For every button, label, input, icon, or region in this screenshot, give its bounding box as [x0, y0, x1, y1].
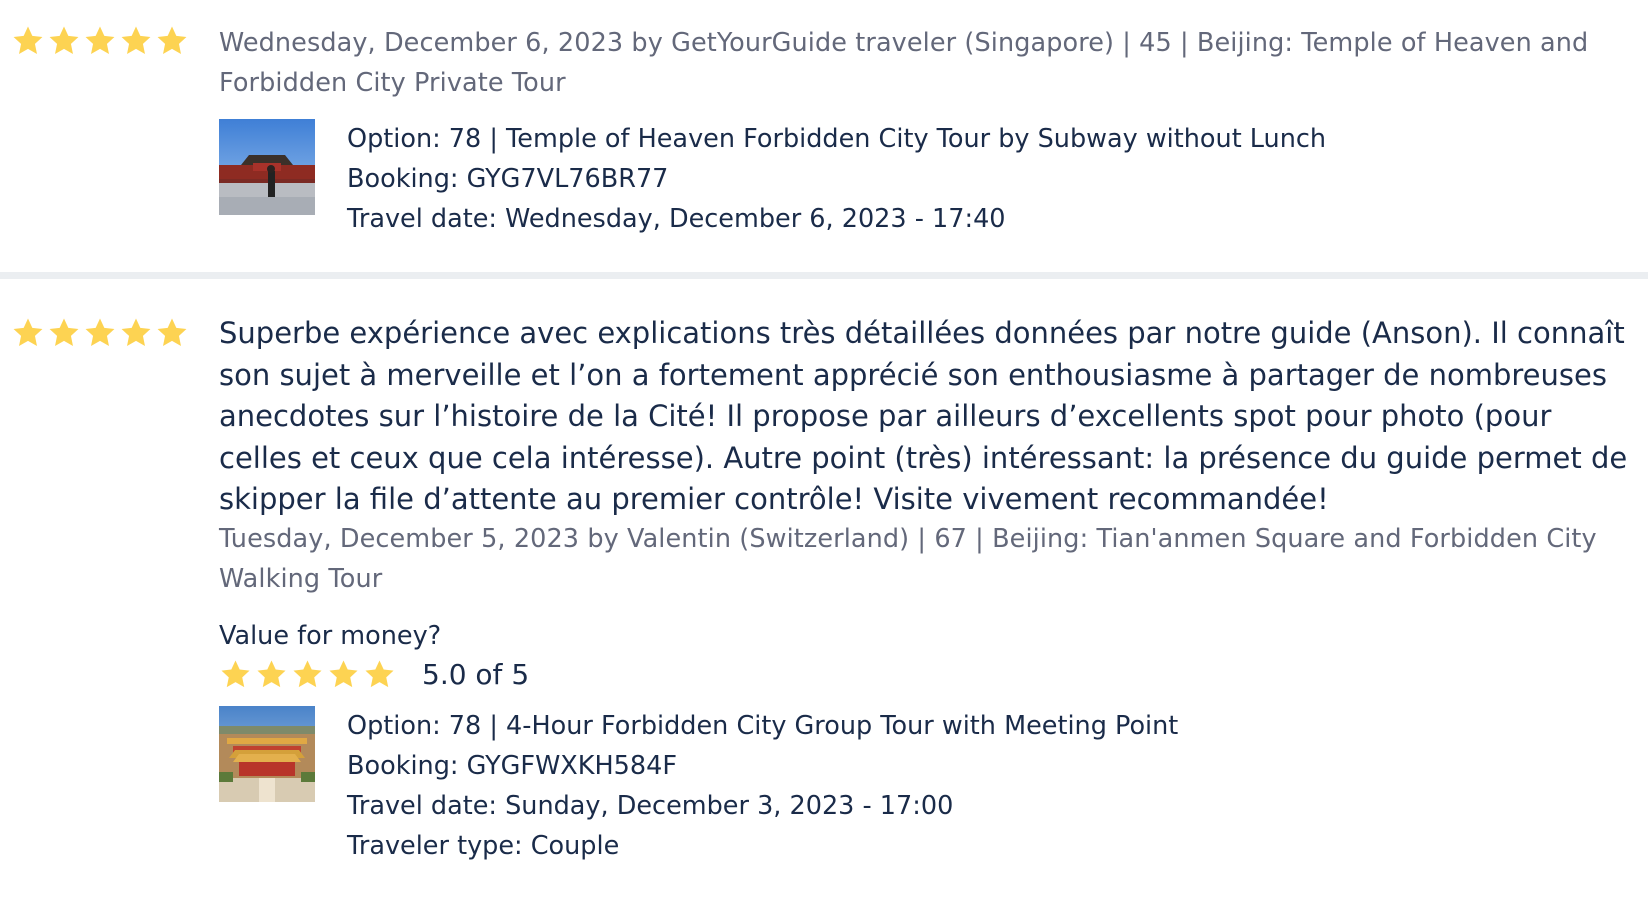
option-text: Option: 78 | Temple of Heaven Forbidden … — [347, 124, 1327, 154]
booking-reference: Booking: GYGFWXKH584F — [347, 751, 678, 781]
rating-stars — [11, 316, 189, 350]
activity-thumbnail[interactable] — [219, 706, 315, 802]
travel-date: Travel date: Sunday, December 3, 2023 - … — [347, 791, 954, 821]
star-icon — [327, 658, 360, 691]
review-text: Superbe expérience avec explications trè… — [219, 316, 1628, 516]
star-icon — [11, 316, 45, 350]
review-card: Superbe expérience avec explications trè… — [0, 279, 1648, 908]
rating-stars — [11, 24, 189, 58]
star-icon — [155, 316, 189, 350]
value-for-money-rating: 5.0 of 5 — [219, 658, 529, 691]
star-icon — [11, 24, 45, 58]
star-icon — [363, 658, 396, 691]
star-icon — [255, 658, 288, 691]
travel-date: Travel date: Wednesday, December 6, 2023… — [347, 204, 1006, 234]
activity-thumbnail[interactable] — [219, 119, 315, 215]
booking-details: Option: 78 | Temple of Heaven Forbidden … — [219, 119, 1326, 239]
option-text: Option: 78 | 4-Hour Forbidden City Group… — [347, 711, 1179, 741]
star-icon — [155, 24, 189, 58]
star-icon — [83, 24, 117, 58]
star-icon — [291, 658, 324, 691]
value-for-money-score: 5.0 of 5 — [422, 658, 530, 691]
forbidden-city-photo-icon — [219, 119, 315, 215]
booking-details: Option: 78 | 4-Hour Forbidden City Group… — [219, 706, 1178, 866]
star-icon — [83, 316, 117, 350]
star-icon — [119, 316, 153, 350]
review-card: Wednesday, December 6, 2023 by GetYourGu… — [0, 0, 1648, 272]
star-icon — [119, 24, 153, 58]
review-meta: Wednesday, December 6, 2023 by GetYourGu… — [219, 28, 1589, 98]
review-divider — [0, 272, 1648, 279]
star-icon — [47, 24, 81, 58]
value-for-money-label: Value for money? — [219, 621, 442, 651]
review-meta: Tuesday, December 5, 2023 by Valentin (S… — [219, 524, 1597, 594]
traveler-type: Traveler type: Couple — [347, 831, 620, 861]
star-icon — [47, 316, 81, 350]
forbidden-city-aerial-photo-icon — [219, 706, 315, 802]
star-icon — [219, 658, 252, 691]
booking-reference: Booking: GYG7VL76BR77 — [347, 164, 669, 194]
